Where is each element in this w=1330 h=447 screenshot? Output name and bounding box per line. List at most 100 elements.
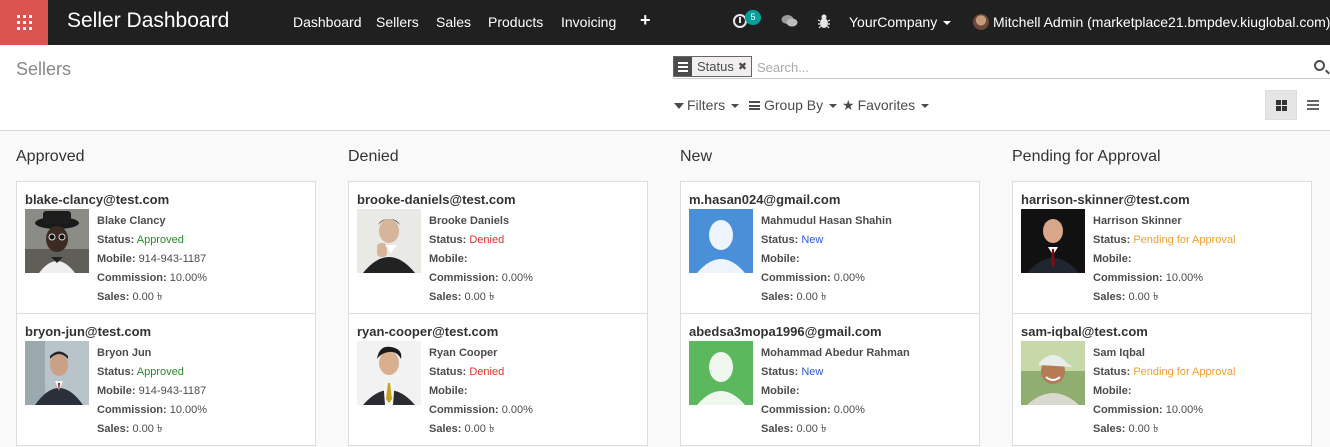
- seller-name: Bryon Jun: [97, 347, 152, 359]
- commission-label: Commission:: [1093, 272, 1163, 284]
- list-view-button[interactable]: [1302, 90, 1326, 120]
- filters-button[interactable]: Filters: [674, 97, 740, 113]
- search-input[interactable]: [757, 57, 1297, 77]
- close-icon[interactable]: ✖: [737, 57, 751, 76]
- mobile-label: Mobile:: [97, 385, 136, 397]
- apps-menu-button[interactable]: [0, 0, 48, 45]
- mobile-label: Mobile:: [97, 253, 136, 265]
- seller-card[interactable]: harrison-skinner@test.com Harrison Skinne…: [1012, 181, 1312, 314]
- seller-details: Bryon Jun Status: Approved Mobile: 914-943…: [97, 344, 207, 439]
- seller-card[interactable]: bryon-jun@test.com Bryon Jun Status: Appro…: [16, 313, 316, 446]
- status-label: Status:: [1093, 366, 1131, 378]
- plus-icon[interactable]: +: [640, 10, 651, 31]
- filter-list-icon: [674, 57, 692, 76]
- favorites-button[interactable]: ★ Favorites: [842, 97, 930, 114]
- commission-label: Commission:: [97, 272, 167, 284]
- seller-name: Mohammad Abedur Rahman: [761, 347, 910, 359]
- seller-avatar: [689, 209, 753, 273]
- column-title[interactable]: New: [680, 148, 712, 166]
- commission-value: 0.00%: [833, 272, 865, 284]
- menu-invoicing[interactable]: Invoicing: [561, 14, 616, 30]
- status-label: Status:: [761, 366, 799, 378]
- menu-dashboard[interactable]: Dashboard: [293, 14, 362, 30]
- sales-value: 0.00 ৳: [796, 291, 827, 303]
- seller-name: Sam Iqbal: [1093, 347, 1145, 359]
- company-switcher[interactable]: YourCompany: [849, 14, 952, 30]
- seller-email: bryon-jun@test.com: [25, 324, 152, 339]
- breadcrumb[interactable]: Sellers: [16, 59, 71, 80]
- search-facet[interactable]: Status ✖: [673, 56, 753, 77]
- bug-icon[interactable]: [817, 13, 831, 29]
- chat-icon[interactable]: [781, 14, 798, 28]
- seller-name: Blake Clancy: [97, 215, 166, 227]
- chevron-down-icon: [731, 104, 740, 109]
- commission-value: 0.00%: [501, 272, 533, 284]
- commission-label: Commission:: [761, 272, 831, 284]
- seller-card[interactable]: brooke-daniels@test.com Brooke Daniels Sta…: [348, 181, 648, 314]
- seller-card[interactable]: abedsa3mopa1996@gmail.com Mohammad Abedur…: [680, 313, 980, 446]
- seller-email: m.hasan024@gmail.com: [689, 192, 841, 207]
- menu-products[interactable]: Products: [488, 14, 543, 30]
- apps-grid-icon: [17, 15, 32, 30]
- mobile-label: Mobile:: [429, 253, 468, 265]
- seller-card[interactable]: m.hasan024@gmail.com Mahmudul Hasan Shahi…: [680, 181, 980, 314]
- status-value: Pending for Approval: [1133, 234, 1236, 246]
- chevron-down-icon: [943, 21, 952, 26]
- seller-card[interactable]: ryan-cooper@test.com Ryan Cooper Status: D…: [348, 313, 648, 446]
- company-name: YourCompany: [849, 14, 938, 30]
- commission-label: Commission:: [97, 404, 167, 416]
- seller-email: brooke-daniels@test.com: [357, 192, 516, 207]
- seller-details: Ryan Cooper Status: Denied Mobile: Commiss…: [429, 344, 533, 439]
- status-label: Status:: [97, 366, 135, 378]
- seller-details: Mohammad Abedur Rahman Status: New Mobile:…: [761, 344, 910, 439]
- menu-sellers[interactable]: Sellers: [376, 14, 419, 30]
- list-icon: [1307, 100, 1319, 102]
- seller-card[interactable]: sam-iqbal@test.com Sam Iqbal Status: Pendi…: [1012, 313, 1312, 446]
- column-title[interactable]: Pending for Approval: [1012, 148, 1161, 166]
- menu-sales[interactable]: Sales: [436, 14, 471, 30]
- activity-count-badge: 5: [745, 10, 761, 25]
- search-bar: Status ✖: [673, 56, 1330, 79]
- column-title[interactable]: Denied: [348, 148, 399, 166]
- sales-value: 0.00 ৳: [1128, 291, 1159, 303]
- column-title[interactable]: Approved: [16, 148, 85, 166]
- mobile-label: Mobile:: [761, 253, 800, 265]
- status-value: Approved: [136, 234, 184, 246]
- groupby-button[interactable]: Group By: [749, 97, 838, 113]
- sales-value: 0.00 ৳: [464, 423, 495, 435]
- sales-value: 0.00 ৳: [132, 423, 163, 435]
- seller-details: Blake Clancy Status: Approved Mobile: 914-…: [97, 212, 207, 307]
- sales-value: 0.00 ৳: [132, 291, 163, 303]
- seller-name: Mahmudul Hasan Shahin: [761, 215, 892, 227]
- seller-email: blake-clancy@test.com: [25, 192, 170, 207]
- status-value: New: [801, 366, 824, 378]
- seller-card[interactable]: blake-clancy@test.com Blake Clancy Status:…: [16, 181, 316, 314]
- commission-value: 10.00%: [169, 272, 208, 284]
- status-value: Pending for Approval: [1133, 366, 1236, 378]
- app-title: Seller Dashboard: [67, 9, 230, 32]
- sales-label: Sales:: [1093, 291, 1126, 303]
- seller-avatar: [689, 341, 753, 405]
- user-avatar[interactable]: [973, 14, 989, 30]
- commission-value: 10.00%: [169, 404, 208, 416]
- mobile-label: Mobile:: [429, 385, 468, 397]
- control-panel: Sellers Status ✖ Filters Group By ★Favor…: [0, 45, 1330, 131]
- seller-avatar: [357, 209, 421, 273]
- seller-email: sam-iqbal@test.com: [1021, 324, 1148, 339]
- search-icon[interactable]: [1314, 60, 1325, 71]
- mobile-label: Mobile:: [761, 385, 800, 397]
- seller-details: Brooke Daniels Status: Denied Mobile: Comm…: [429, 212, 533, 307]
- user-name: Mitchell Admin (marketplace21.bmpdev.kiu…: [993, 14, 1330, 30]
- commission-value: 10.00%: [1165, 404, 1204, 416]
- favorites-label: Favorites: [857, 97, 916, 113]
- status-value: New: [801, 234, 824, 246]
- bars-icon: [749, 101, 760, 110]
- star-icon: ★: [842, 97, 855, 113]
- commission-value: 0.00%: [501, 404, 533, 416]
- commission-value: 0.00%: [833, 404, 865, 416]
- kanban-view-button[interactable]: [1265, 90, 1297, 120]
- seller-avatar: [1021, 209, 1085, 273]
- seller-avatar: [25, 341, 89, 405]
- commission-label: Commission:: [429, 272, 499, 284]
- user-menu[interactable]: Mitchell Admin (marketplace21.bmpdev.kiu…: [993, 14, 1330, 30]
